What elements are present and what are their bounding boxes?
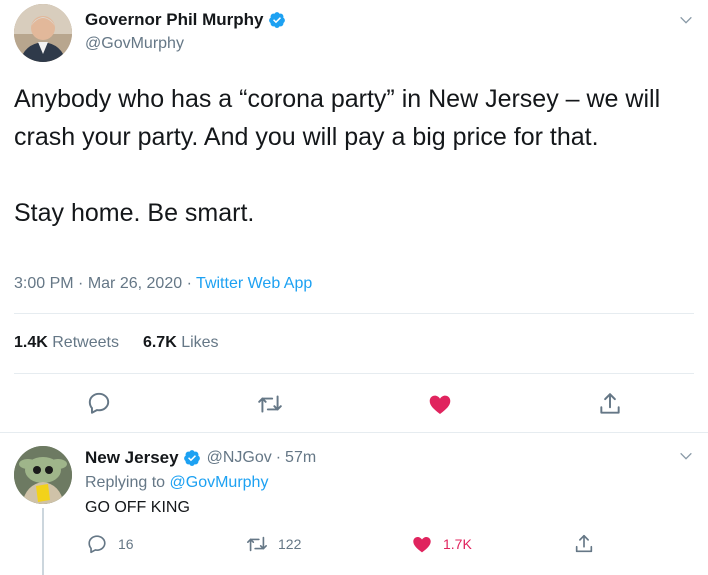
reply-icon[interactable] xyxy=(86,533,108,555)
meta-separator: · xyxy=(186,275,192,292)
reply-reply-action[interactable]: 16 xyxy=(86,533,134,555)
thread-line xyxy=(42,508,44,575)
likes-label: Likes xyxy=(181,334,219,351)
tweet-text: Anybody who has a “corona party” in New … xyxy=(14,85,661,227)
meta-separator: · xyxy=(78,275,84,292)
reply-age[interactable]: 57m xyxy=(285,449,316,467)
share-icon[interactable] xyxy=(597,391,623,417)
retweets-stat[interactable]: 1.4K Retweets xyxy=(14,334,119,352)
likes-count: 6.7K xyxy=(142,334,177,351)
reply-text: GO OFF KING xyxy=(85,499,190,516)
author-handle[interactable]: @GovMurphy xyxy=(85,35,184,53)
reply-share-action[interactable] xyxy=(573,533,605,555)
likes-stat[interactable]: 6.7K Likes xyxy=(143,334,219,352)
tweet-time[interactable]: 3:00 PM xyxy=(14,275,74,292)
reply-author-handle[interactable]: @NJGov xyxy=(207,449,272,467)
tweet-date[interactable]: Mar 26, 2020 xyxy=(88,275,182,292)
author-name[interactable]: Governor Phil Murphy xyxy=(85,10,286,30)
retweets-label: Retweets xyxy=(52,334,119,351)
author-avatar[interactable] xyxy=(14,4,72,62)
reply-retweet-action[interactable]: 122 xyxy=(246,533,301,555)
like-icon[interactable] xyxy=(411,533,433,555)
share-icon[interactable] xyxy=(573,533,595,555)
divider xyxy=(14,373,694,374)
reply-icon[interactable] xyxy=(86,390,112,416)
verified-badge-icon xyxy=(268,12,285,28)
chevron-down-icon[interactable] xyxy=(678,12,694,28)
reply-like-action[interactable]: 1.7K xyxy=(411,533,472,555)
retweet-count: 122 xyxy=(278,536,302,552)
engagement-stats: 1.4K Retweets 6.7K Likes xyxy=(14,334,219,352)
reply-count: 16 xyxy=(118,536,134,552)
verified-badge-icon xyxy=(183,450,200,466)
chevron-down-icon[interactable] xyxy=(678,448,694,464)
replying-to-mention[interactable]: @GovMurphy xyxy=(170,474,269,491)
replying-to: Replying to @GovMurphy xyxy=(85,474,268,492)
meta-separator: · xyxy=(275,449,282,466)
retweets-count: 1.4K xyxy=(14,334,48,351)
source-app-link[interactable]: Twitter Web App xyxy=(196,275,312,292)
tweet-meta: 3:00 PM · Mar 26, 2020 · Twitter Web App xyxy=(14,275,312,293)
retweet-icon[interactable] xyxy=(246,533,268,555)
divider xyxy=(14,313,694,314)
reply-header: New Jersey @NJGov · 57m xyxy=(85,448,316,468)
retweet-icon[interactable] xyxy=(257,391,283,417)
reply-avatar[interactable] xyxy=(14,446,72,504)
replying-prefix: Replying to xyxy=(85,474,166,491)
like-count: 1.7K xyxy=(443,536,472,552)
divider xyxy=(0,432,708,433)
like-icon[interactable] xyxy=(427,391,453,417)
reply-author-name[interactable]: New Jersey xyxy=(85,448,179,468)
author-name-text[interactable]: Governor Phil Murphy xyxy=(85,10,264,30)
